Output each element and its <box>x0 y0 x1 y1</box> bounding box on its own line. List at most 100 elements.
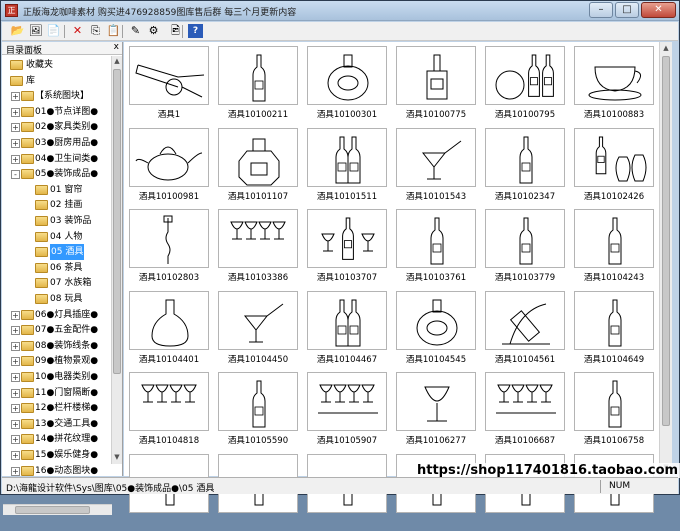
gallery-item[interactable]: 酒具10102426 <box>572 127 656 205</box>
tree-node[interactable]: 06 茶具 <box>2 260 111 276</box>
tree-node[interactable]: +12●栏杆楼梯● <box>2 400 111 416</box>
expand-icon[interactable]: + <box>11 92 20 102</box>
tree-vertical-scrollbar[interactable]: ▲ ▼ <box>111 56 122 464</box>
tree-node[interactable]: - 05●装饰成品● <box>2 166 111 182</box>
expand-icon[interactable]: + <box>11 154 20 164</box>
tree-node[interactable]: +11●门窗隔断● <box>2 385 111 401</box>
tree-node[interactable]: +01●节点详图● <box>2 104 111 120</box>
thumbnail-frame[interactable] <box>307 46 387 105</box>
thumbnail-frame[interactable] <box>218 46 298 105</box>
thumbnail-frame[interactable] <box>129 372 209 431</box>
tree-node[interactable]: 08 玩具 <box>2 291 111 307</box>
expand-icon[interactable]: + <box>11 107 20 117</box>
delete-icon[interactable]: ✕ <box>70 24 85 38</box>
tree-node[interactable]: 01 窗帘 <box>2 182 111 198</box>
image-icon[interactable]: 🖻 <box>168 24 183 38</box>
thumbnail-frame[interactable] <box>396 127 476 187</box>
tree-node[interactable]: +16●动态图块● <box>2 463 111 476</box>
gallery-item[interactable]: 酒具10101107 <box>216 127 300 205</box>
tree-node[interactable]: 03 装饰品 <box>2 213 111 229</box>
gallery-item[interactable]: 酒具10104649 <box>572 290 656 368</box>
gallery-vertical-scrollbar[interactable]: ▲ ▼ <box>659 42 672 476</box>
gallery-item[interactable]: 酒具10103779 <box>483 208 567 286</box>
expand-icon[interactable]: + <box>11 123 20 133</box>
thumbnail-frame[interactable] <box>485 290 565 350</box>
thumbnail-frame[interactable] <box>307 209 387 268</box>
gallery-item[interactable]: 酒具1 <box>127 45 211 123</box>
expand-icon[interactable]: + <box>11 404 20 414</box>
expand-icon[interactable]: + <box>11 466 20 476</box>
thumbnail-frame[interactable] <box>307 372 387 431</box>
edit-icon[interactable]: ✎ <box>128 24 143 38</box>
gallery-item[interactable]: 酒具10102803 <box>127 208 211 286</box>
expand-icon[interactable]: + <box>11 139 20 148</box>
thumbnail-frame[interactable] <box>574 46 654 105</box>
tree-node[interactable]: +06●灯具插座● <box>2 307 111 323</box>
tree-node[interactable]: 04 人物 <box>2 229 111 245</box>
thumbnail-frame[interactable] <box>485 209 565 268</box>
thumbnail-frame[interactable] <box>485 46 565 105</box>
gallery-item[interactable]: 酒具10100883 <box>572 45 656 123</box>
gallery-item[interactable]: 酒具10100211 <box>216 45 300 123</box>
tree-node[interactable]: 05 酒具 <box>2 244 111 261</box>
thumbnail-frame[interactable] <box>129 46 209 105</box>
gallery-item[interactable]: 酒具10101543 <box>394 127 478 205</box>
image-view-icon[interactable]: 🖼 <box>28 24 43 38</box>
scroll-down-icon[interactable]: ▼ <box>112 452 122 463</box>
thumbnail-frame[interactable] <box>307 290 387 350</box>
thumbnail-frame[interactable] <box>396 46 476 105</box>
thumbnail-frame[interactable] <box>396 209 476 268</box>
gallery-item[interactable]: 酒具10106277 <box>394 371 478 449</box>
thumbnail-frame[interactable] <box>485 127 565 187</box>
gallery-item[interactable]: 酒具10106758 <box>572 371 656 449</box>
gallery-item[interactable]: 酒具10103707 <box>305 208 389 286</box>
minimize-button[interactable]: – <box>589 2 613 18</box>
expand-icon[interactable]: + <box>11 451 20 460</box>
scroll-thumb[interactable] <box>113 69 121 374</box>
thumbnail-frame[interactable] <box>307 127 387 187</box>
tree-node[interactable]: +02●家具类别● <box>2 119 111 135</box>
gallery-item[interactable]: 酒具10100795 <box>483 45 567 123</box>
tree-node[interactable]: +13●交通工具● <box>2 416 111 432</box>
gallery-item[interactable]: 酒具10103386 <box>216 208 300 286</box>
tree-node[interactable]: +15●娱乐健身● <box>2 447 111 463</box>
thumbnail-frame[interactable] <box>129 209 209 268</box>
list-view-icon[interactable]: 📄 <box>46 24 61 38</box>
thumbnail-frame[interactable] <box>485 372 565 431</box>
paste-icon[interactable]: 📋 <box>106 24 121 38</box>
expand-icon[interactable]: + <box>11 341 20 351</box>
tree-node[interactable]: 02 挂画 <box>2 197 111 213</box>
thumbnail-frame[interactable] <box>218 127 298 187</box>
copy-icon[interactable]: ⎘ <box>88 24 103 38</box>
gallery-item[interactable]: 酒具10104450 <box>216 290 300 368</box>
tree-node[interactable]: +09●植物景观● <box>2 353 111 369</box>
gallery-item[interactable]: 酒具10101511 <box>305 127 389 205</box>
thumbnail-frame[interactable] <box>129 290 209 350</box>
maximize-button[interactable]: □ <box>615 2 639 18</box>
thumbnail-frame[interactable] <box>218 209 298 268</box>
thumbnail-frame[interactable] <box>129 127 209 187</box>
expand-icon[interactable]: + <box>11 326 20 336</box>
gallery-item[interactable]: 酒具10105590 <box>216 371 300 449</box>
hscroll-thumb[interactable] <box>15 506 90 514</box>
expand-icon[interactable]: + <box>11 373 20 382</box>
gallery-item[interactable]: 酒具10106687 <box>483 371 567 449</box>
scroll-up-icon[interactable]: ▲ <box>112 56 122 67</box>
gallery-item[interactable]: 酒具10100981 <box>127 127 211 205</box>
gallery-item[interactable]: 酒具10100775 <box>394 45 478 123</box>
thumbnail-frame[interactable] <box>218 290 298 350</box>
gallery-scroll-up-icon[interactable]: ▲ <box>661 43 671 54</box>
tree-node[interactable]: +08●装饰线条● <box>2 338 111 354</box>
gallery-item[interactable]: 酒具10104467 <box>305 290 389 368</box>
collapse-icon[interactable]: - <box>11 170 20 180</box>
tree-node[interactable]: +03●厨房用品● <box>2 135 111 151</box>
expand-icon[interactable]: + <box>11 357 20 367</box>
tree-node[interactable]: 收藏夹 <box>2 57 111 73</box>
tree-node[interactable]: 库 <box>2 73 111 89</box>
open-icon[interactable]: 📂 <box>10 24 25 38</box>
gallery-item[interactable]: 酒具10102347 <box>483 127 567 205</box>
thumbnail-frame[interactable] <box>574 209 654 268</box>
expand-icon[interactable]: + <box>11 419 20 429</box>
gallery-item[interactable]: 酒具10104818 <box>127 371 211 449</box>
tree-node[interactable]: +14●拼花纹理● <box>2 431 111 447</box>
